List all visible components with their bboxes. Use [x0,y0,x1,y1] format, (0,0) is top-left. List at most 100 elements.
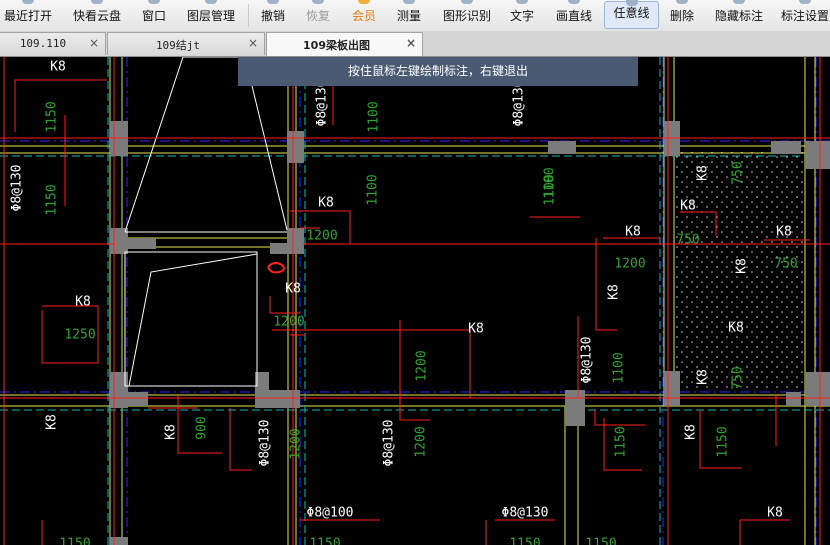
drawing-label: 750 [731,366,746,389]
drawing-label: Φ8@130 [512,80,527,127]
drawing-label: K8 [767,506,783,521]
member-button[interactable]: 会员 [346,0,382,31]
drawing-label: 1150 [716,426,731,457]
tab-109-beam-slab[interactable]: 109梁板出图 × [266,32,423,56]
drawing-label: Φ8@130 [258,420,273,467]
settings-icon [799,0,811,4]
drawing-label: 1200 [289,428,304,459]
redo-button[interactable]: 恢复 [300,0,336,31]
drawing-label: 1250 [64,328,95,343]
drawing-label: K8 [468,322,484,337]
drawing-label: 1200 [415,350,430,381]
measure-label: 测量 [396,9,421,23]
quick-cloud-button[interactable]: 快看云盘 [66,0,128,31]
layer-mgmt-label: 图层管理 [186,9,235,23]
close-icon[interactable]: × [89,36,99,50]
drawing-label: K8 [696,165,711,181]
drawing-label: Φ8@130 [382,420,397,467]
toolbar: 最近打开 快看云盘 窗口 图层管理 撤销 恢复 会员 测量 图形识别 文字 画直… [0,0,830,32]
drawing-label: 900 [195,416,210,439]
measure-button[interactable]: 测量 [392,0,426,31]
freeline-button[interactable]: 任意线 [604,0,659,29]
drawing-label: K8 [75,295,91,310]
drawing-label: 1100 [367,101,382,132]
recent-open-label: 最近打开 [3,9,52,23]
hide-marks-label: 隐藏标注 [714,9,763,23]
drawing-label: K8 [696,369,711,385]
drawing-label: 1100 [366,174,381,205]
mark-settings-button[interactable]: 标注设置 [780,0,830,31]
drawing-label: K8 [680,199,696,214]
drawing-label: 750 [731,161,746,184]
undo-label: 撤销 [260,9,285,23]
drawing-label: 1150 [59,537,90,545]
drawing-label: K8 [607,284,622,300]
toolbar-divider [248,4,249,27]
drawing-label: Φ8@100 [307,506,354,521]
drawing-label: K8 [776,225,792,240]
recognize-button[interactable]: 图形识别 [438,0,496,31]
recent-open-button[interactable]: 最近打开 [0,0,56,31]
drawing-label: 750 [676,233,699,248]
quick-cloud-label: 快看云盘 [72,9,121,23]
window-label: 窗口 [141,9,166,23]
tab-109-110[interactable]: 109.110 × [0,32,106,55]
drawing-label: 1200 [273,315,304,330]
window-icon [148,0,160,4]
drawing-label: Φ8@130 [502,506,549,521]
drawing-label: K8 [625,225,641,240]
drawing-label: 1200 [414,426,429,457]
drawing-label: K8 [318,196,334,211]
drawing-label: Φ8@130 [10,165,25,212]
undo-icon [267,0,279,4]
recognize-label: 图形识别 [442,9,491,23]
delete-icon [676,0,688,4]
drawing-label: K8 [684,424,699,440]
line-label: 画直线 [555,9,592,23]
drawing-label: 1150 [45,184,60,215]
delete-button[interactable]: 删除 [665,0,699,31]
drawing-label: K8 [164,424,179,440]
text-button[interactable]: 文字 [505,0,539,31]
drawing-label: K8 [285,282,301,297]
member-label: 会员 [351,9,376,23]
mark-settings-label: 标注设置 [780,9,829,23]
delete-label: 删除 [669,9,694,23]
window-button[interactable]: 窗口 [136,0,172,31]
line-icon [568,0,580,4]
line-button[interactable]: 画直线 [551,0,597,31]
scan-icon [461,0,473,4]
ruler-icon [403,0,415,4]
pen-icon [625,0,638,6]
close-icon[interactable]: × [406,36,416,50]
freeline-label: 任意线 [613,6,650,20]
crown-icon [358,0,370,4]
drawing-label: K8 [728,321,744,336]
drawing-label: 1200 [306,229,337,244]
document-tab-bar: 109.110 × 109结jt × 109梁板出图 × [0,31,830,57]
redo-label: 恢复 [305,9,330,23]
cloud-icon [91,0,103,4]
drawing-label: 1100 [612,352,627,383]
tab-109-jt[interactable]: 109结jt × [107,32,265,55]
drawing-canvas[interactable]: K8 1150 Φ8@130 1100 Φ8@130 1100 Φ8@130 1150 K8 11… [0,57,830,545]
drawing-label: 1200 [614,257,645,272]
tab-label: 109结jt [155,39,201,52]
close-icon[interactable]: × [248,36,258,50]
undo-button[interactable]: 撤销 [256,0,290,31]
hide-marks-button[interactable]: 隐藏标注 [711,0,767,31]
drawing-label: K8 [45,414,60,430]
drawing-label: K8 [50,60,66,75]
text-icon [516,0,528,4]
redo-icon [312,0,324,4]
drawing-label: Φ8@130 [580,337,595,384]
drawing-label: 1150 [585,537,616,545]
drawing-label: 1150 [509,537,540,545]
drawing-label: 1150 [45,101,60,132]
tab-label: 109.110 [19,37,67,50]
text-label: 文字 [509,9,534,23]
drawing-label: 1150 [309,537,340,545]
drawing-label: K8 [735,258,750,274]
layer-mgmt-button[interactable]: 图层管理 [183,0,239,31]
drawing-label: Φ8@130 [315,80,330,127]
